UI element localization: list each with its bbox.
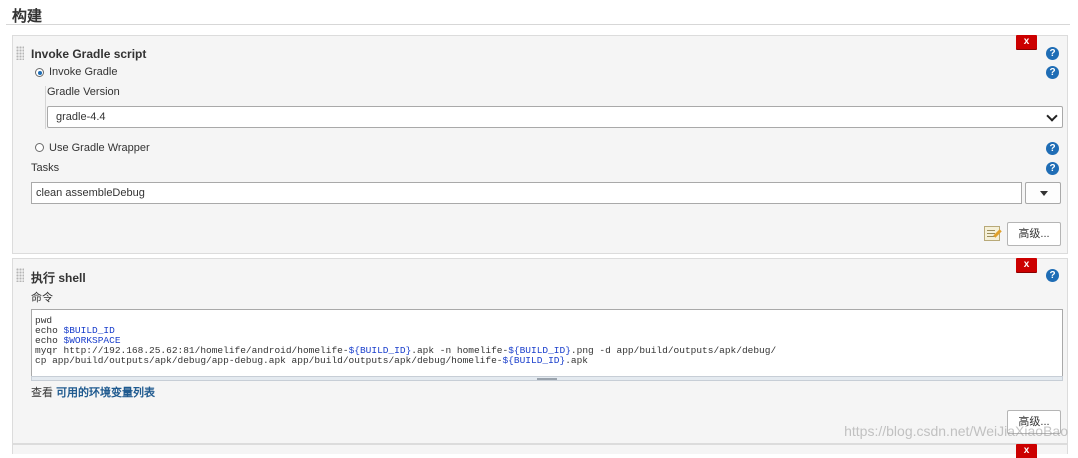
command-textarea[interactable]: pwd echo $BUILD_ID echo $WORKSPACE myqr htt… (31, 309, 1063, 377)
shell-build-step: 执行 shell x ? 命令 pwd echo $BUILD_ID echo $W… (12, 258, 1068, 444)
env-vars-link[interactable]: 可用的环境变量列表 (56, 387, 155, 399)
tasks-input[interactable]: clean assembleDebug (31, 182, 1022, 204)
env-vars-prefix: 查看 (31, 387, 57, 399)
command-label: 命令 (31, 292, 53, 304)
next-build-step: x (12, 444, 1068, 458)
gradle-version-value: gradle-4.4 (56, 111, 106, 123)
variable-token: ${BUILD_ID} (502, 355, 566, 366)
invoke-gradle-radio[interactable] (35, 68, 44, 77)
help-icon[interactable]: ? (1046, 47, 1059, 60)
advanced-button[interactable]: 高级... (1007, 222, 1061, 246)
step-title: Invoke Gradle script (31, 47, 147, 61)
command-token: cp app/build/outputs/apk/debug/app-debug… (35, 355, 503, 366)
command-token: .apk (565, 355, 589, 366)
use-gradle-wrapper-radio[interactable] (35, 143, 44, 152)
textarea-resize-handle[interactable] (31, 376, 1063, 381)
env-vars-line: 查看 可用的环境变量列表 (31, 384, 155, 400)
delete-step-button[interactable]: x (1016, 444, 1037, 458)
command-line: cp app/build/outputs/apk/debug/app-debug… (35, 356, 1059, 366)
use-gradle-wrapper-label: Use Gradle Wrapper (49, 142, 150, 154)
notepad-icon[interactable] (984, 226, 1000, 241)
drag-handle-icon[interactable] (16, 268, 24, 282)
group-divider (45, 86, 46, 129)
drag-handle-icon[interactable] (16, 46, 24, 60)
chevron-down-icon (1046, 110, 1058, 122)
tasks-expand-button[interactable] (1025, 182, 1061, 204)
gradle-build-step: Invoke Gradle script x ? Invoke Gradle ?… (12, 35, 1068, 254)
tasks-value: clean assembleDebug (36, 187, 145, 199)
tasks-label: Tasks (31, 162, 60, 174)
gradle-version-select[interactable]: gradle-4.4 (47, 106, 1063, 128)
help-icon[interactable]: ? (1046, 269, 1059, 282)
command-token: .png -d app/build/outputs/apk/debug/ (570, 345, 777, 356)
invoke-gradle-label: Invoke Gradle (49, 66, 118, 78)
command-line: echo $BUILD_ID (35, 326, 1059, 336)
help-icon[interactable]: ? (1046, 162, 1059, 175)
delete-step-button[interactable]: x (1016, 35, 1037, 49)
section-title: 构建 (12, 8, 43, 25)
gradle-version-label: Gradle Version (47, 86, 120, 98)
grip-icon (537, 378, 557, 379)
help-icon[interactable]: ? (1046, 66, 1059, 79)
watermark: https://blog.csdn.net/WeiJiaXiaoBao (844, 423, 1068, 439)
delete-step-button[interactable]: x (1016, 258, 1037, 272)
section-header: 构建 (6, 0, 1070, 25)
command-line: pwd (35, 316, 1059, 326)
help-icon[interactable]: ? (1046, 142, 1059, 155)
step-title: 执行 shell (31, 271, 86, 285)
